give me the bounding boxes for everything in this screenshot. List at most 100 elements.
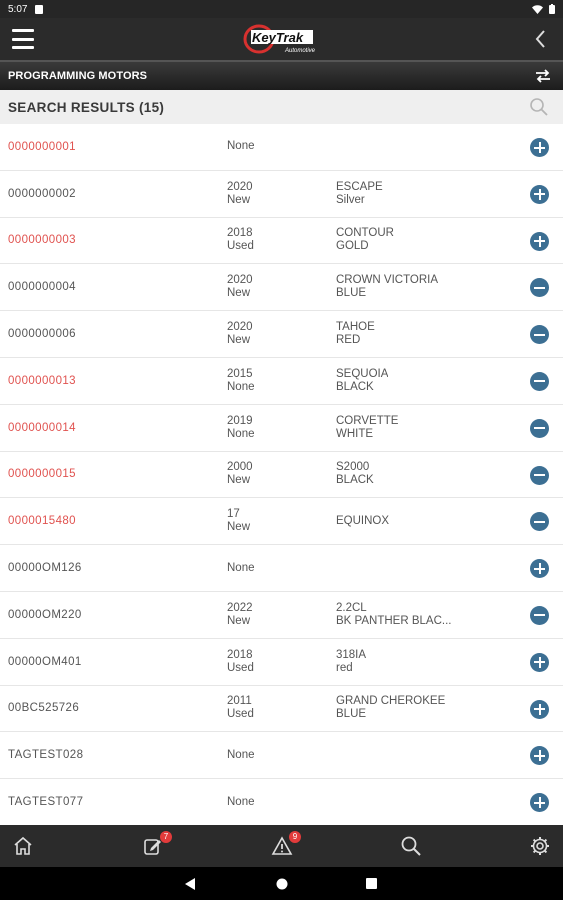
results-list: 0000000001 None 0000000002 2020 New ESCAPE Sil… — [0, 124, 563, 825]
result-condition: Used — [227, 661, 254, 674]
remove-circle-icon[interactable] — [530, 278, 549, 298]
result-id[interactable]: 0000000014 — [8, 405, 76, 451]
search-icon[interactable] — [400, 835, 422, 857]
result-color: red — [336, 661, 353, 674]
result-row[interactable]: 00BC525726 2011 Used GRAND CHEROKEE BLUE — [0, 686, 563, 733]
result-year: 2000 — [227, 461, 253, 474]
result-row[interactable]: 00000OM401 2018 Used 318IA red — [0, 639, 563, 686]
result-id[interactable]: 0000000003 — [8, 218, 76, 264]
menu-icon[interactable] — [12, 29, 34, 49]
result-row[interactable]: 00000OM126 None — [0, 545, 563, 592]
result-id[interactable]: TAGTEST077 — [8, 779, 83, 825]
remove-circle-icon[interactable] — [530, 605, 549, 625]
result-model: 2.2CL — [336, 601, 367, 614]
result-color: GOLD — [336, 240, 369, 253]
search-icon[interactable] — [529, 97, 549, 117]
result-id[interactable]: 0000015480 — [8, 498, 76, 544]
result-row[interactable]: 0000000014 2019 None CORVETTE WHITE — [0, 405, 563, 452]
home-circle-icon[interactable] — [276, 878, 288, 890]
wifi-icon — [532, 4, 543, 14]
add-circle-icon[interactable] — [530, 184, 549, 204]
result-id[interactable]: 0000000013 — [8, 358, 76, 404]
result-id[interactable]: 00000OM126 — [8, 545, 82, 591]
app-bar: KeyTrak Automotive — [0, 18, 563, 60]
remove-circle-icon[interactable] — [530, 325, 549, 345]
result-year-condition: None — [227, 545, 255, 591]
result-row[interactable]: 00000OM220 2022 New 2.2CL BK PANTHER BLAC... — [0, 592, 563, 639]
remove-circle-icon[interactable] — [530, 512, 549, 532]
remove-circle-icon[interactable] — [530, 418, 549, 438]
back-triangle-icon[interactable] — [185, 878, 196, 890]
result-condition: None — [227, 380, 255, 393]
alert-icon[interactable]: 9 — [271, 831, 301, 857]
result-model: SEQUOIA — [336, 367, 389, 380]
result-model: TAHOE — [336, 321, 375, 334]
remove-circle-icon[interactable] — [530, 371, 549, 391]
result-condition: Used — [227, 240, 254, 253]
result-color: BLUE — [336, 287, 367, 300]
swap-icon[interactable] — [535, 69, 551, 83]
result-id[interactable]: TAGTEST028 — [8, 732, 83, 778]
edit-icon[interactable]: 7 — [142, 831, 172, 857]
result-year-condition: None — [227, 779, 255, 825]
bottom-nav: 7 9 — [0, 825, 563, 867]
result-color: BLACK — [336, 474, 374, 487]
result-condition: Used — [227, 708, 254, 721]
result-vehicle: 318IA red — [336, 639, 366, 685]
add-circle-icon[interactable] — [530, 746, 549, 766]
result-vehicle: CORVETTE WHITE — [336, 405, 398, 451]
back-chevron-icon[interactable] — [533, 28, 549, 50]
remove-circle-icon[interactable] — [530, 465, 549, 485]
gear-icon[interactable] — [529, 835, 551, 857]
result-vehicle: 2.2CL BK PANTHER BLAC... — [336, 592, 451, 638]
result-id[interactable]: 00000OM220 — [8, 592, 82, 638]
result-row[interactable]: 0000000003 2018 Used CONTOUR GOLD — [0, 218, 563, 265]
result-year-condition: 2020 New — [227, 171, 253, 217]
add-circle-icon[interactable] — [530, 231, 549, 251]
system-nav — [0, 867, 563, 900]
add-circle-icon[interactable] — [530, 559, 549, 579]
result-condition: New — [227, 521, 251, 534]
result-row[interactable]: TAGTEST077 None — [0, 779, 563, 825]
result-id[interactable]: 00BC525726 — [8, 686, 79, 732]
result-row[interactable]: 0000000013 2015 None SEQUOIA BLACK — [0, 358, 563, 405]
recents-square-icon[interactable] — [366, 878, 377, 889]
result-vehicle: SEQUOIA BLACK — [336, 358, 388, 404]
result-id[interactable]: 0000000001 — [8, 124, 76, 170]
result-id[interactable]: 0000000004 — [8, 264, 76, 310]
result-vehicle: GRAND CHEROKEE BLUE — [336, 686, 445, 732]
result-year-condition: 2018 Used — [227, 639, 254, 685]
result-row[interactable]: 0000000001 None — [0, 124, 563, 171]
result-row[interactable]: 0000000002 2020 New ESCAPE Silver — [0, 171, 563, 218]
result-model: CORVETTE — [336, 414, 399, 427]
result-condition: New — [227, 614, 251, 627]
result-year-condition: 2011 Used — [227, 686, 254, 732]
result-model: ESCAPE — [336, 180, 383, 193]
result-vehicle: TAHOE RED — [336, 311, 375, 357]
result-year: None — [227, 748, 255, 761]
result-id[interactable]: 0000000015 — [8, 452, 76, 498]
add-circle-icon[interactable] — [530, 699, 549, 719]
result-row[interactable]: TAGTEST028 None — [0, 732, 563, 780]
result-id[interactable]: 0000000006 — [8, 311, 76, 357]
add-circle-icon[interactable] — [530, 138, 549, 157]
result-condition: New — [227, 334, 251, 347]
result-year: None — [227, 561, 255, 574]
section-title: PROGRAMMING MOTORS — [8, 70, 148, 82]
home-icon[interactable] — [12, 835, 34, 857]
result-row[interactable]: 0000000006 2020 New TAHOE RED — [0, 311, 563, 358]
result-row[interactable]: 0000015480 17 New EQUINOX — [0, 498, 563, 546]
result-vehicle: EQUINOX — [336, 498, 389, 544]
result-year: None — [227, 140, 255, 153]
result-model: CROWN VICTORIA — [336, 274, 439, 287]
result-id[interactable]: 0000000002 — [8, 171, 76, 217]
add-circle-icon[interactable] — [530, 793, 549, 813]
result-model: S2000 — [336, 461, 370, 474]
result-row[interactable]: 0000000004 2020 New CROWN VICTORIA BLUE — [0, 264, 563, 312]
result-color: Silver — [336, 193, 365, 206]
add-circle-icon[interactable] — [530, 652, 549, 672]
result-row[interactable]: 0000000015 2000 New S2000 BLACK — [0, 452, 563, 499]
result-year: 2020 — [227, 180, 253, 193]
result-id[interactable]: 00000OM401 — [8, 639, 82, 685]
search-results-header: SEARCH RESULTS (15) — [0, 90, 563, 124]
